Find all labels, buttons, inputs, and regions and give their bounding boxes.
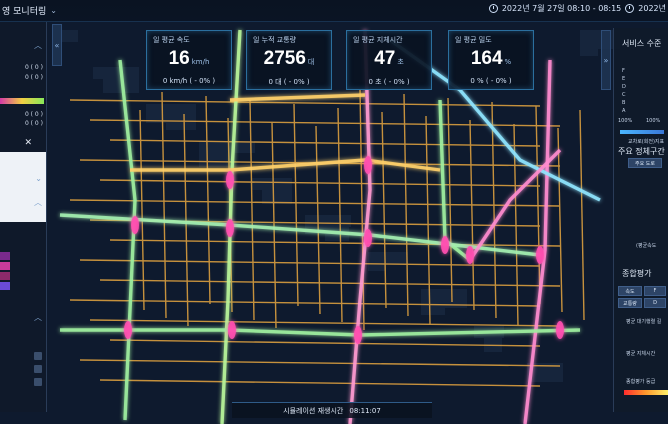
kpi-unit: km/h bbox=[191, 58, 210, 66]
chevron-down-icon[interactable]: ⌄ bbox=[35, 174, 42, 183]
eval-grade-label: 종합평가 등급 bbox=[626, 379, 656, 385]
left-stat-2: 0 ( 0 ) bbox=[24, 74, 43, 81]
congestion-hotspot bbox=[556, 321, 564, 339]
congestion-hotspot bbox=[466, 246, 474, 264]
kpi-density: 일 평균 밀도 164% 0 % ( - 0% ) bbox=[448, 30, 534, 90]
eval-speed-button[interactable]: 속도 bbox=[618, 286, 642, 296]
grade-label: A bbox=[622, 108, 626, 114]
eval-volume-button[interactable]: 교통량 bbox=[618, 298, 642, 308]
grade-label: B bbox=[622, 100, 626, 106]
congestion-hotspot bbox=[228, 321, 236, 339]
left-panel: ︿ 0 ( 0 ) 0 ( 0 ) 0 ( 0 ) 0 ( 0 ) ✕ ⌄ ︿ … bbox=[0, 22, 47, 412]
kpi-unit: % bbox=[504, 58, 512, 66]
map-block bbox=[421, 289, 445, 315]
grade-label: E bbox=[622, 76, 626, 82]
kpi-unit: 초 bbox=[397, 58, 404, 66]
kpi-value: 47 bbox=[374, 48, 396, 69]
datetime-right: 2022년 bbox=[638, 4, 666, 13]
kpi-avg-speed: 일 평균 속도 16 km/h 0 km/h ( - 0% ) bbox=[146, 30, 232, 90]
swatch-violet bbox=[0, 282, 10, 290]
congestion-hotspot bbox=[354, 326, 362, 344]
kpi-change: 0 % ( - 0% ) bbox=[470, 77, 512, 85]
congestion-hotspot bbox=[536, 246, 544, 264]
clock-icon bbox=[625, 4, 635, 13]
swatch-purple bbox=[0, 252, 10, 260]
chevron-up-icon[interactable]: ︿ bbox=[34, 197, 42, 208]
swatch-pink bbox=[0, 262, 10, 270]
close-icon[interactable]: ✕ bbox=[24, 138, 32, 148]
left-popup-body bbox=[0, 152, 46, 222]
side-note: (평균속도 bbox=[636, 243, 657, 249]
grade-legend bbox=[624, 390, 668, 395]
map-block bbox=[252, 178, 270, 190]
kpi-label: 일 평균 지체시간 bbox=[353, 36, 403, 44]
collapse-left-tab[interactable]: « bbox=[52, 24, 62, 66]
eval-volume-grade: D bbox=[644, 298, 666, 308]
kpi-delay-time: 일 평균 지체시간 47 초 0 초 ( - 0% ) bbox=[346, 30, 432, 90]
simulation-time: 08:11:07 bbox=[349, 406, 381, 415]
legend-gradient bbox=[0, 98, 44, 104]
kpi-unit: 대 bbox=[307, 58, 315, 66]
chevron-down-icon[interactable]: ⌄ bbox=[50, 6, 57, 15]
left-stat-4: 0 ( 0 ) bbox=[24, 120, 43, 127]
left-option-button[interactable] bbox=[34, 365, 42, 373]
right-panel: 서비스 수준 F E D C B A 100% 100% 교차로(회전)지표 주… bbox=[613, 28, 668, 412]
clock-icon bbox=[488, 4, 498, 13]
left-option-button[interactable] bbox=[34, 378, 42, 386]
grade-label: C bbox=[622, 92, 626, 98]
congestion-hotspot bbox=[441, 236, 449, 254]
eval-title: 종합평가 bbox=[622, 269, 652, 278]
simulation-time-bar: 시뮬레이션 재생시간 08:11:07 bbox=[232, 402, 432, 418]
congestion-hotspot bbox=[131, 216, 139, 234]
chevron-up-icon[interactable]: ︿ bbox=[34, 40, 42, 51]
map-block bbox=[60, 30, 78, 42]
major-congestion-title: 주요 정체구간 bbox=[618, 147, 665, 156]
congestion-hotspot bbox=[226, 219, 234, 237]
major-road-button[interactable]: 주요 도로 bbox=[628, 158, 662, 168]
datetime-display: 2022년 7월 27일 08:10 - 08:15 2022년 bbox=[488, 3, 666, 14]
congestion-hotspot bbox=[124, 321, 132, 339]
kpi-label: 일 평균 속도 bbox=[153, 36, 190, 44]
kpi-change: 0 km/h ( - 0% ) bbox=[162, 77, 216, 85]
grade-label: F bbox=[622, 68, 625, 74]
left-stat-1: 0 ( 0 ) bbox=[24, 64, 43, 71]
map-block bbox=[580, 30, 598, 56]
traffic-map[interactable] bbox=[0, 0, 668, 424]
bar-caption: 교차로(회전)지표 bbox=[628, 139, 665, 145]
eval-queue-length: 평균 대기행렬 길 bbox=[626, 319, 662, 325]
service-level-title: 서비스 수준 bbox=[622, 39, 662, 48]
collapse-right-tab[interactable]: » bbox=[601, 30, 611, 90]
left-stat-3: 0 ( 0 ) bbox=[24, 111, 43, 118]
map-block bbox=[368, 252, 386, 271]
left-option-button[interactable] bbox=[34, 352, 42, 360]
kpi-label: 일 누적 교통량 bbox=[253, 36, 297, 44]
eval-speed-grade: F bbox=[644, 286, 666, 296]
congestion-hotspot bbox=[226, 171, 234, 189]
map-block bbox=[93, 67, 117, 79]
kpi-value: 2756 bbox=[263, 48, 306, 69]
kpi-change: 0 대 ( - 0% ) bbox=[268, 78, 310, 86]
kpi-value: 16 bbox=[168, 48, 190, 69]
service-level-bar bbox=[620, 130, 664, 134]
kpi-traffic-volume: 일 누적 교통량 2756 대 0 대 ( - 0% ) bbox=[246, 30, 332, 90]
pct-left: 100% bbox=[618, 118, 633, 124]
congestion-hotspot bbox=[364, 156, 372, 174]
datetime-range: 2022년 7월 27일 08:10 - 08:15 bbox=[501, 4, 622, 13]
eval-delay: 평균 지체시간 bbox=[626, 351, 656, 357]
pct-right: 100% bbox=[646, 118, 661, 124]
chevron-up-icon[interactable]: ︿ bbox=[34, 312, 42, 323]
kpi-value: 164 bbox=[470, 48, 503, 69]
top-bar: 영 모니터링 ⌄ 2022년 7월 27일 08:10 - 08:15 2022… bbox=[0, 0, 668, 22]
grade-label: D bbox=[622, 84, 626, 90]
swatch-magenta bbox=[0, 272, 10, 280]
app-title: 영 모니터링 bbox=[2, 7, 47, 17]
congestion-hotspot bbox=[364, 229, 372, 247]
kpi-label: 일 평균 밀도 bbox=[455, 36, 492, 44]
kpi-change: 0 초 ( - 0% ) bbox=[368, 78, 410, 86]
simulation-label: 시뮬레이션 재생시간 bbox=[283, 406, 344, 415]
